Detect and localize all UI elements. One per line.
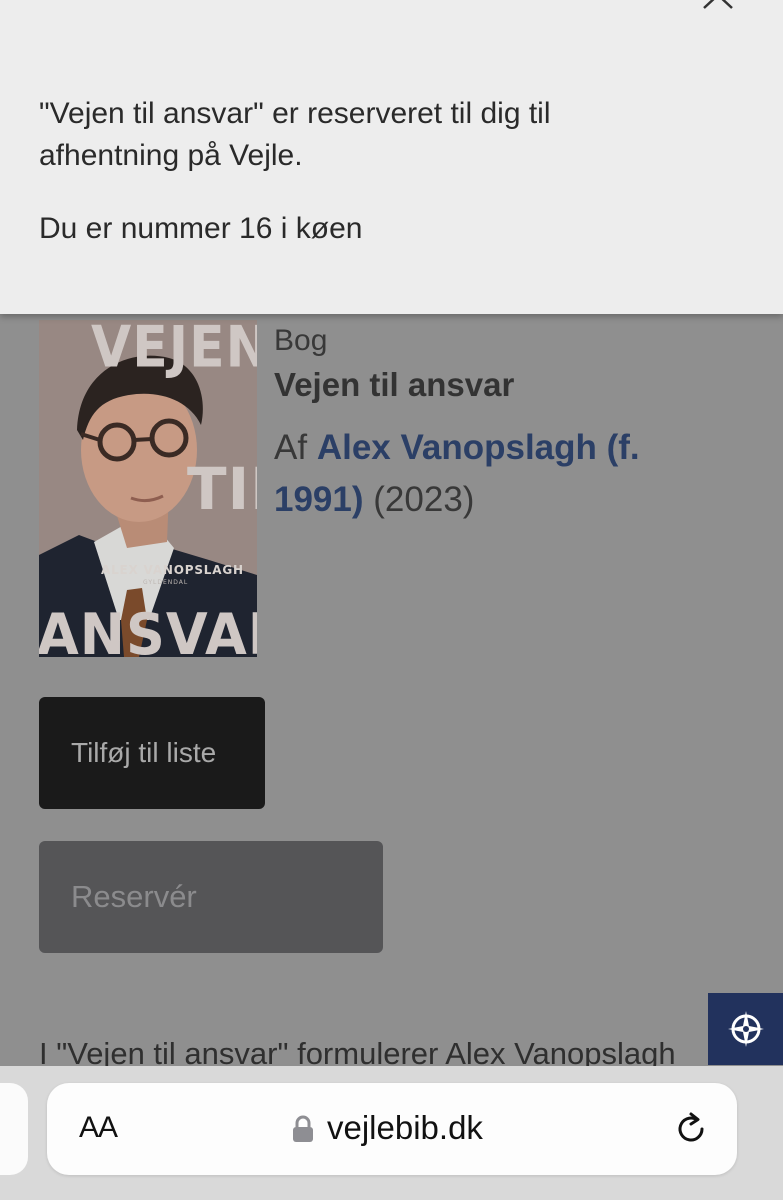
url-text: vejlebib.dk xyxy=(327,1109,483,1146)
previous-tab-pill[interactable] xyxy=(0,1083,28,1175)
publication-year: (2023) xyxy=(373,480,475,519)
text-size-button[interactable]: AA xyxy=(79,1111,118,1145)
compass-badge[interactable] xyxy=(708,993,783,1065)
material-type: Bog xyxy=(274,324,328,357)
browser-toolbar: AA vejlebib.dk xyxy=(0,1066,783,1200)
compass-icon xyxy=(727,1011,764,1047)
address-bar[interactable]: AA vejlebib.dk xyxy=(47,1083,737,1175)
book-byline: Af Alex Vanopslagh (f. 1991) (2023) xyxy=(274,422,694,526)
reload-icon[interactable] xyxy=(673,1111,709,1147)
book-title: Vejen til ansvar xyxy=(274,366,515,403)
queue-position: Du er nummer 16 i køen xyxy=(39,212,363,245)
reservation-message: "Vejen til ansvar" er reserveret til dig… xyxy=(39,97,551,172)
book-cover[interactable]: VEJEN TIL ALEX VANOPSLAGH GYLDENDAL ANSV… xyxy=(39,320,257,657)
byline-prefix: Af xyxy=(274,428,308,467)
cover-title-word-3: ANSVAR xyxy=(39,601,257,657)
add-to-list-button[interactable]: Tilføj til liste xyxy=(39,697,265,809)
cover-title-word-1: VEJEN xyxy=(91,320,257,381)
reservation-notification: "Vejen til ansvar" er reserveret til dig… xyxy=(0,0,783,314)
cover-author: ALEX VANOPSLAGH xyxy=(101,563,244,577)
cover-publisher: GYLDENDAL xyxy=(143,579,189,586)
cover-title-word-2: TIL xyxy=(187,455,257,523)
text-size-label: AA xyxy=(79,1111,118,1144)
reserve-button[interactable]: Reservér xyxy=(39,841,383,953)
close-icon[interactable] xyxy=(700,0,736,12)
lock-icon xyxy=(293,1115,313,1142)
